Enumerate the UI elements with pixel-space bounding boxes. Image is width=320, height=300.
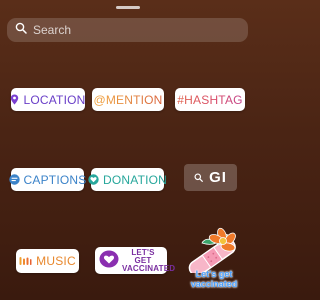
music-sticker-label: MUSIC (36, 254, 76, 268)
captions-sticker[interactable]: CAPTIONS (8, 168, 87, 191)
mention-sticker-label: @MENTION (93, 92, 163, 107)
mention-sticker[interactable]: @MENTION (92, 88, 164, 111)
search-icon (15, 21, 27, 39)
vaccine-sticker-label: LET'S GET VACCINATED (122, 247, 176, 273)
location-pin-icon (10, 94, 19, 105)
location-sticker-label: LOCATION (23, 92, 86, 107)
captions-sticker-label: CAPTIONS (23, 172, 87, 187)
donation-sticker-label: DONATION (102, 172, 168, 187)
search-icon (194, 171, 203, 185)
heart-icon (88, 174, 99, 185)
search-input[interactable] (33, 23, 233, 37)
bandaid-vaccine-sticker-label: Let's get vaccinated (190, 269, 238, 289)
hashtag-sticker-label: #HASHTAG (177, 92, 243, 107)
search-bar[interactable] (7, 18, 248, 42)
music-bars-icon (19, 256, 32, 266)
donation-sticker[interactable]: DONATION (88, 168, 168, 191)
hashtag-sticker[interactable]: #HASHTAG (175, 88, 245, 111)
gif-sticker[interactable]: GI (184, 164, 237, 191)
gif-sticker-label: GI (209, 169, 227, 186)
captions-icon (8, 174, 20, 185)
location-sticker[interactable]: LOCATION (11, 88, 85, 111)
music-sticker[interactable]: MUSIC (16, 249, 79, 273)
vaccine-sticker[interactable]: LET'S GET VACCINATED (95, 247, 176, 274)
heart-badge-icon (99, 250, 119, 271)
sheet-grabber-handle[interactable] (116, 6, 140, 9)
bandaid-vaccine-sticker[interactable]: Let's get vaccinated (182, 225, 246, 297)
